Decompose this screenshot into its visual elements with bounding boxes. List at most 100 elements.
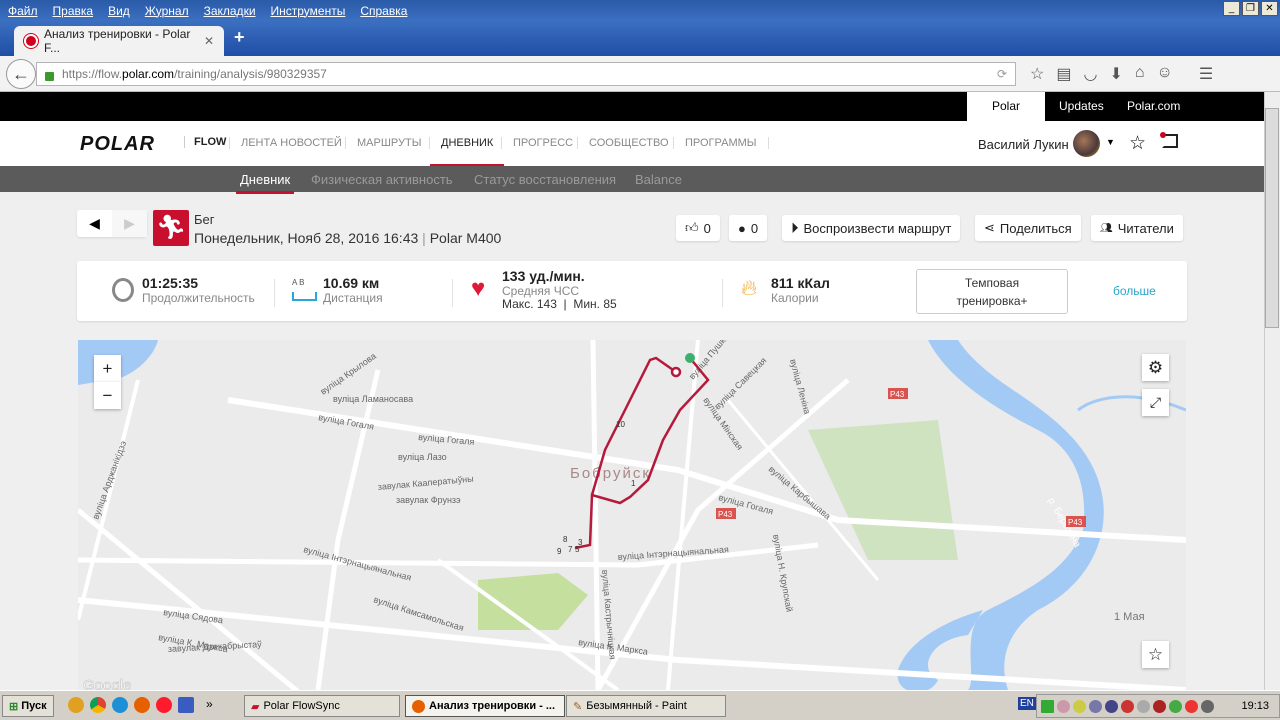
comment-button[interactable]: ● 0: [729, 215, 768, 241]
close-tab-icon[interactable]: ✕: [204, 34, 214, 48]
next-session-button[interactable]: ▶: [112, 210, 147, 237]
start-button[interactable]: ⊞ Пуск: [2, 695, 54, 717]
share-button[interactable]: ⋖ Поделиться: [975, 215, 1081, 241]
tray-icon[interactable]: [1073, 699, 1086, 713]
polar-logo[interactable]: POLAR: [80, 133, 155, 156]
new-tab-button[interactable]: +: [234, 27, 245, 48]
url-bar[interactable]: https://flow.polar.com/training/analysis…: [36, 62, 1016, 86]
chat-icon[interactable]: ☺: [1157, 64, 1173, 84]
tray-icon[interactable]: [1041, 699, 1054, 713]
menu-history[interactable]: Журнал: [145, 4, 189, 18]
calories-label: Калории: [771, 291, 819, 305]
more-chevron-icon[interactable]: »: [206, 697, 213, 713]
nav-diary[interactable]: ДНЕВНИК: [429, 137, 505, 167]
menu-bookmarks[interactable]: Закладки: [204, 4, 256, 18]
nav-programs[interactable]: ПРОГРАММЫ: [673, 137, 769, 149]
tray-icon[interactable]: [1105, 699, 1118, 713]
tray-icon[interactable]: [1185, 699, 1198, 713]
download-icon[interactable]: ⬇: [1109, 64, 1122, 84]
nav-routes[interactable]: МАРШРУТЫ: [345, 137, 432, 149]
menu-view[interactable]: Вид: [108, 4, 130, 18]
route-map[interactable]: вуліца К. Маркса вуліца К. Маркса вуліца…: [78, 340, 1186, 690]
menu-file[interactable]: Файл: [8, 4, 38, 18]
home-icon[interactable]: ⌂: [1135, 64, 1145, 84]
street-label: вуліца Леніна: [788, 358, 812, 415]
subnav-diary[interactable]: Дневник: [235, 172, 295, 194]
finish-marker-icon[interactable]: [670, 366, 682, 378]
street-label: вуліца Ламаносава: [333, 394, 413, 404]
browser-tab[interactable]: Анализ тренировки - Polar F... ✕: [14, 26, 224, 56]
forest-area: [808, 420, 958, 560]
minimize-button[interactable]: _: [1223, 1, 1240, 16]
flame-icon: 🔥︎: [741, 275, 758, 300]
opera-icon[interactable]: [156, 697, 172, 713]
km-marker: 3: [578, 538, 583, 547]
tab-polar-flow[interactable]: Polar Flow: [967, 92, 1045, 142]
favorite-route-star-icon[interactable]: ☆: [1142, 641, 1169, 668]
menu-help[interactable]: Справка: [360, 4, 407, 18]
user-dropdown-icon[interactable]: ▼: [1106, 137, 1115, 147]
followers-button[interactable]: 👥︎ Читатели: [1091, 215, 1183, 241]
previous-session-button[interactable]: ◀: [77, 210, 112, 237]
fullscreen-icon[interactable]: ⤢: [1142, 389, 1169, 416]
replay-route-button[interactable]: ⏵ Воспроизвести маршрут: [782, 215, 961, 241]
favorites-star-icon[interactable]: ☆: [1129, 132, 1146, 155]
subnav-balance[interactable]: Balance: [635, 172, 682, 187]
road-sign-p43: P43: [716, 508, 736, 519]
back-button[interactable]: ←: [6, 59, 36, 89]
user-name[interactable]: Василий Лукин: [978, 137, 1069, 152]
subnav-recovery[interactable]: Статус восстановления: [474, 172, 616, 187]
pocket-icon[interactable]: ◡: [1083, 64, 1097, 84]
volume-icon[interactable]: [1201, 699, 1214, 713]
stats-card: 01:25:35 Продолжительность A B 10.69 км …: [77, 261, 1187, 321]
app-icon[interactable]: [112, 697, 128, 713]
language-indicator[interactable]: EN: [1018, 697, 1036, 710]
tray-icon[interactable]: [1121, 699, 1134, 713]
menu-tools[interactable]: Инструменты: [271, 4, 346, 18]
firefox-icon[interactable]: [134, 697, 150, 713]
tray-icon[interactable]: [1169, 699, 1182, 713]
km-marker: 7: [568, 545, 573, 554]
tab-updates[interactable]: Updates: [1047, 92, 1116, 121]
bookmark-star-icon[interactable]: ☆: [1030, 64, 1044, 84]
scrollbar-thumb[interactable]: [1265, 108, 1279, 328]
nav-news[interactable]: ЛЕНТА НОВОСТЕЙ: [229, 137, 353, 149]
street-label: вуліца Савецкая: [712, 355, 768, 411]
taskbar-flowsync[interactable]: ▰ Polar FlowSync: [244, 695, 400, 717]
zoom-in-button[interactable]: +: [94, 355, 121, 382]
tray-icon[interactable]: [1057, 699, 1070, 713]
avatar[interactable]: [1073, 130, 1100, 157]
start-marker-icon[interactable]: [685, 353, 695, 363]
comment-icon: ●: [738, 220, 746, 236]
close-window-button[interactable]: ✕: [1261, 1, 1278, 16]
like-button[interactable]: 👍︎ 0: [676, 215, 720, 241]
menu-edit[interactable]: Правка: [53, 4, 94, 18]
tray-icon[interactable]: [1153, 699, 1166, 713]
nav-community[interactable]: СООБЩЕСТВО: [577, 137, 680, 149]
tray-icon[interactable]: [1137, 699, 1150, 713]
road-sign-label: P43: [1068, 518, 1083, 527]
app-icon[interactable]: [68, 697, 84, 713]
chrome-icon[interactable]: [90, 697, 106, 713]
training-benefit-button[interactable]: Темповая тренировка+: [916, 269, 1068, 314]
maximize-button[interactable]: ❐: [1242, 1, 1259, 16]
nav-progress[interactable]: ПРОГРЕСС: [501, 137, 584, 149]
more-link[interactable]: больше: [1113, 284, 1156, 298]
hamburger-menu-icon[interactable]: ☰: [1199, 64, 1213, 84]
save-icon[interactable]: [178, 697, 194, 713]
tab-polar-com[interactable]: Polar.com: [1115, 92, 1192, 121]
polar-top-bar: Polar Flow Updates Polar.com: [0, 92, 1264, 142]
map-layers-gear-icon[interactable]: ⚙: [1142, 354, 1169, 381]
zoom-out-button[interactable]: −: [94, 382, 121, 409]
taskbar-paint[interactable]: ✎ Безымянный - Paint: [566, 695, 726, 717]
task-label: Polar FlowSync: [263, 700, 340, 712]
map-canvas: вуліца К. Маркса вуліца К. Маркса вуліца…: [78, 340, 1186, 690]
reload-icon[interactable]: ⟳: [997, 67, 1007, 81]
sport-name: Бег: [194, 212, 215, 227]
reading-list-icon[interactable]: ▤: [1056, 64, 1071, 84]
flowsync-icon: ▰: [251, 700, 260, 713]
ruler-icon: [292, 292, 317, 301]
subnav-activity[interactable]: Физическая активность: [311, 172, 453, 187]
taskbar-firefox[interactable]: Анализ тренировки - ...: [405, 695, 565, 717]
tray-icon[interactable]: [1089, 699, 1102, 713]
